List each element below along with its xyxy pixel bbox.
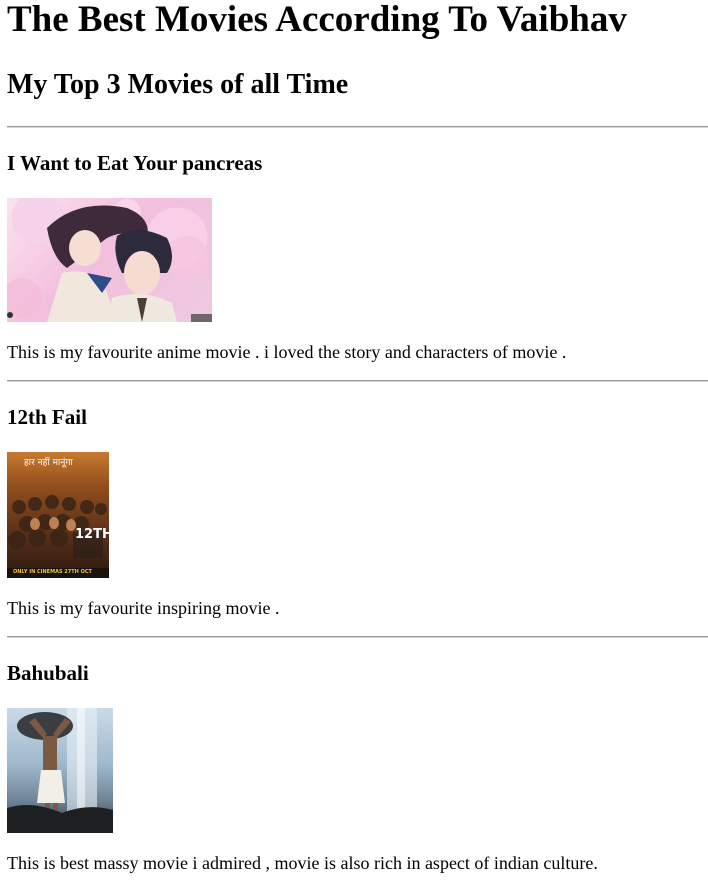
- movie-poster-image: [7, 708, 113, 833]
- movie-poster-image: हार नहीं मानूंगा 12TH ONLY IN CINEMAS 27…: [7, 452, 109, 578]
- section-divider: [7, 636, 708, 638]
- page-title: The Best Movies According To Vaibhav: [7, 0, 627, 40]
- movie-description: This is my favourite inspiring movie .: [7, 598, 280, 618]
- movie-title: 12th Fail: [7, 405, 87, 429]
- page-subtitle: My Top 3 Movies of all Time: [7, 69, 349, 100]
- movie-poster-image: [7, 198, 212, 322]
- movie-description: This is best massy movie i admired , mov…: [7, 853, 598, 873]
- page-content: The Best Movies According To Vaibhav My …: [0, 0, 708, 874]
- poster-tagline: हार नहीं मानूंगा: [24, 458, 73, 468]
- movie-description: This is my favourite anime movie . i lov…: [7, 342, 567, 362]
- movie-title: I Want to Eat Your pancreas: [7, 151, 263, 175]
- movie-section-2: 12th Fail हार नहीं मानूंगा 12TH ONLY IN …: [7, 405, 708, 619]
- movie-section-3: Bahubali This is best massy movie i admi…: [7, 661, 708, 874]
- section-divider: [7, 380, 708, 382]
- movie-title: Bahubali: [7, 661, 89, 685]
- poster-title-mark: 12TH: [75, 527, 109, 542]
- movie-section-1: I Want to Eat Your pancreas This is my f…: [7, 151, 708, 363]
- section-divider: [7, 126, 708, 128]
- poster-release-text: ONLY IN CINEMAS 27TH OCT: [13, 569, 92, 575]
